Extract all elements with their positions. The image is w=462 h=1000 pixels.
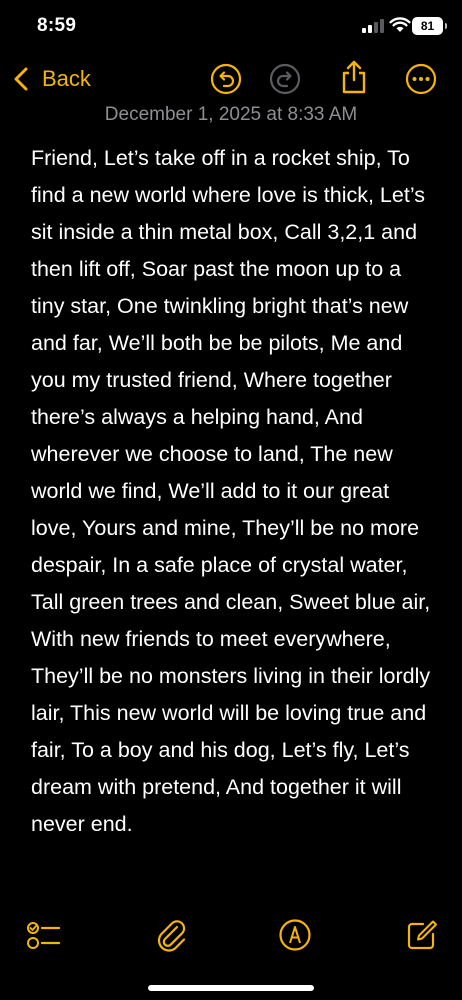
battery-indicator: 81 [412,17,447,35]
markup-pen-icon[interactable] [278,918,312,952]
cellular-signal-icon [362,19,384,33]
redo-icon[interactable] [269,63,301,95]
share-icon[interactable] [337,59,371,95]
undo-icon[interactable] [210,63,242,95]
checklist-icon[interactable] [26,918,60,952]
back-button[interactable]: Back [12,62,91,96]
home-indicator[interactable] [148,985,314,991]
wifi-icon [389,17,411,32]
paperclip-icon[interactable] [155,918,189,952]
navigation-bar: Back [0,56,462,102]
status-bar: 8:59 81 [0,0,462,56]
status-time: 8:59 [37,15,77,36]
bottom-toolbar [0,916,462,956]
compose-icon[interactable] [405,918,439,952]
note-body-text[interactable]: Friend, Let’s take off in a rocket ship,… [31,140,436,843]
more-icon[interactable] [405,63,437,95]
chevron-left-icon [14,67,28,91]
back-button-label: Back [42,66,91,91]
note-date: December 1, 2025 at 8:33 AM [104,104,358,125]
